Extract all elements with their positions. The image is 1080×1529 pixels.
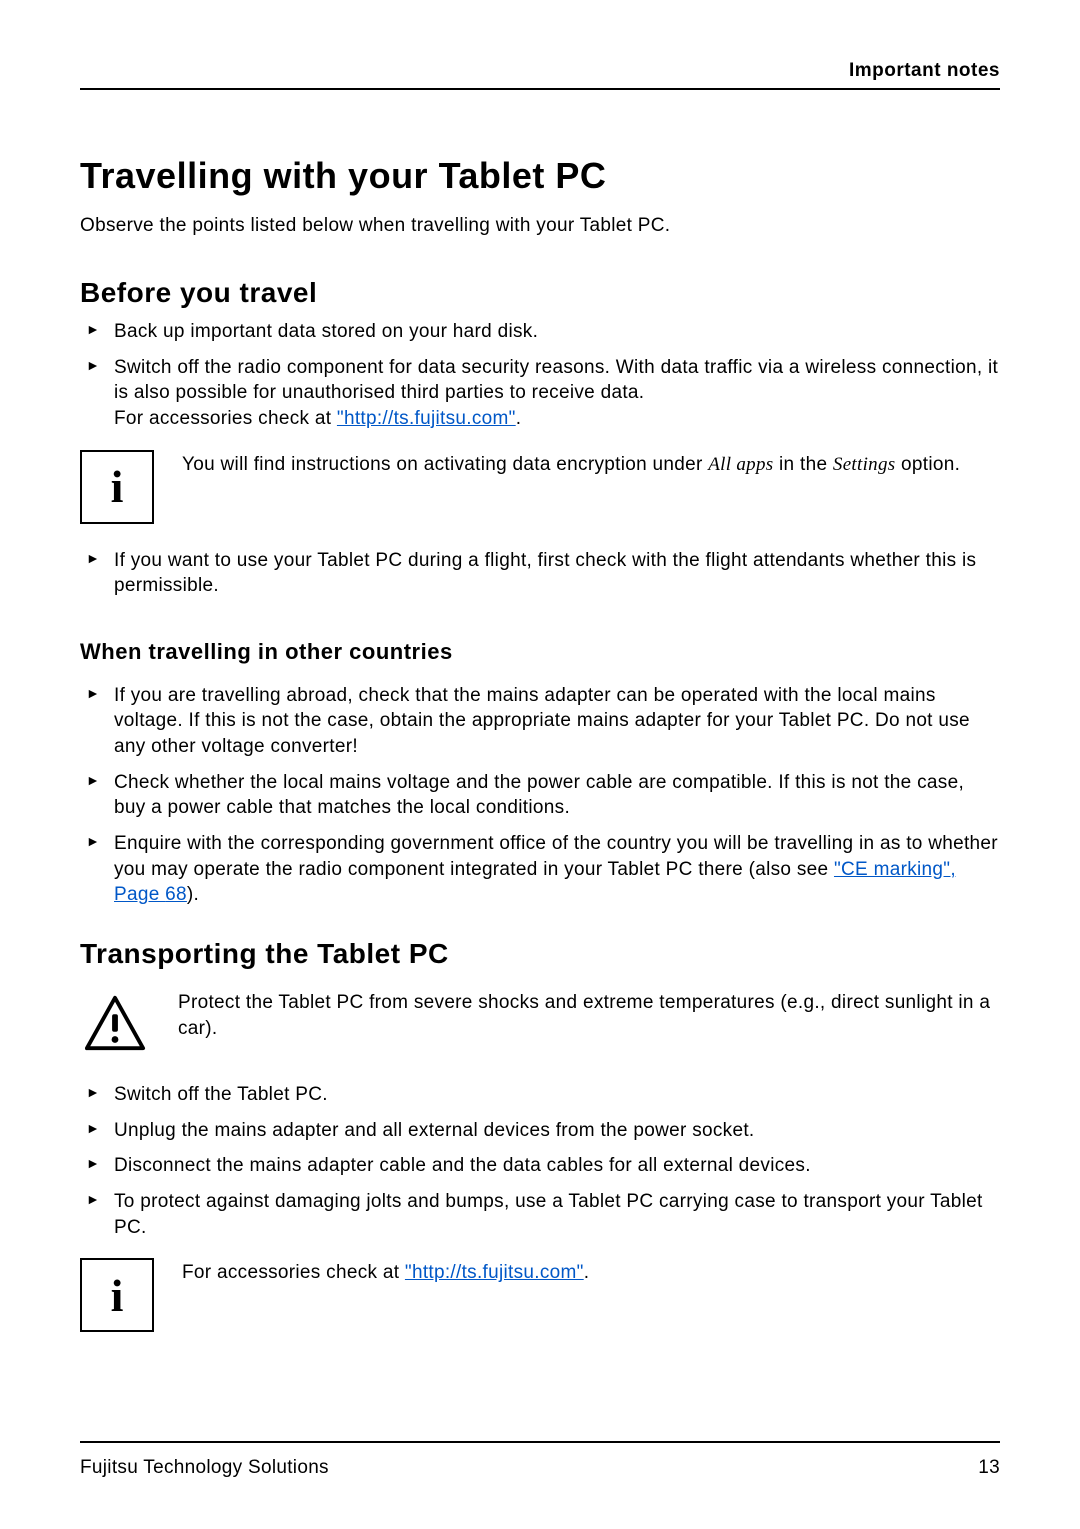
info-icon: i — [80, 450, 154, 524]
ce-marking-page-link[interactable]: 68 — [165, 884, 187, 905]
list-item: Switch off the Tablet PC. — [80, 1082, 1000, 1108]
list-item: If you are travelling abroad, check that… — [80, 683, 1000, 760]
countries-list: If you are travelling abroad, check that… — [80, 683, 1000, 908]
list-item: Enquire with the corresponding governmen… — [80, 831, 1000, 908]
list-item: Check whether the local mains voltage an… — [80, 770, 1000, 821]
list-item: To protect against damaging jolts and bu… — [80, 1189, 1000, 1240]
list-item: Unplug the mains adapter and all externa… — [80, 1118, 1000, 1144]
accessories-link-2[interactable]: "http://ts.fujitsu.com" — [405, 1262, 584, 1283]
info-icon: i — [80, 1258, 154, 1332]
footer-rule — [80, 1441, 1000, 1443]
intro-paragraph: Observe the points listed below when tra… — [80, 215, 1000, 237]
before-travel-list: Back up important data stored on your ha… — [80, 319, 1000, 432]
list-item: Disconnect the mains adapter cable and t… — [80, 1153, 1000, 1179]
list-text: For accessories check at — [114, 408, 337, 429]
note-fragment: You will find instructions on activating… — [182, 454, 708, 475]
info-note-2: i For accessories check at "http://ts.fu… — [80, 1258, 1000, 1332]
note-text: You will find instructions on activating… — [182, 450, 960, 478]
warning-icon — [80, 988, 150, 1058]
note-fragment: . — [584, 1262, 590, 1283]
note-text: For accessories check at "http://ts.fuji… — [182, 1258, 589, 1286]
note-fragment: in the — [773, 454, 832, 475]
emphasis-all-apps: All apps — [708, 454, 773, 475]
accessories-link[interactable]: "http://ts.fujitsu.com" — [337, 408, 516, 429]
list-text: ). — [187, 884, 199, 905]
header-label: Important notes — [80, 60, 1000, 82]
warning-text: Protect the Tablet PC from severe shocks… — [178, 988, 1000, 1041]
list-text: . — [516, 408, 522, 429]
header-rule — [80, 88, 1000, 90]
note-fragment: For accessories check at — [182, 1262, 405, 1283]
subsection-heading-countries: When travelling in other countries — [80, 639, 1000, 665]
warning-note: Protect the Tablet PC from severe shocks… — [80, 988, 1000, 1058]
section-heading-transporting: Transporting the Tablet PC — [80, 938, 1000, 970]
list-item: Back up important data stored on your ha… — [80, 319, 1000, 345]
before-travel-list-2: If you want to use your Tablet PC during… — [80, 548, 1000, 599]
footer-publisher: Fujitsu Technology Solutions — [80, 1457, 329, 1479]
transport-list: Switch off the Tablet PC. Unplug the mai… — [80, 1082, 1000, 1240]
section-heading-before-travel: Before you travel — [80, 277, 1000, 309]
emphasis-settings: Settings — [833, 454, 896, 475]
info-note: i You will find instructions on activati… — [80, 450, 1000, 524]
page-footer: Fujitsu Technology Solutions 13 — [80, 1441, 1000, 1479]
page-title: Travelling with your Tablet PC — [80, 155, 1000, 197]
note-fragment: option. — [895, 454, 960, 475]
list-item: If you want to use your Tablet PC during… — [80, 548, 1000, 599]
page-number: 13 — [978, 1457, 1000, 1479]
list-text: Switch off the radio component for data … — [114, 357, 998, 404]
list-item: Switch off the radio component for data … — [80, 355, 1000, 432]
